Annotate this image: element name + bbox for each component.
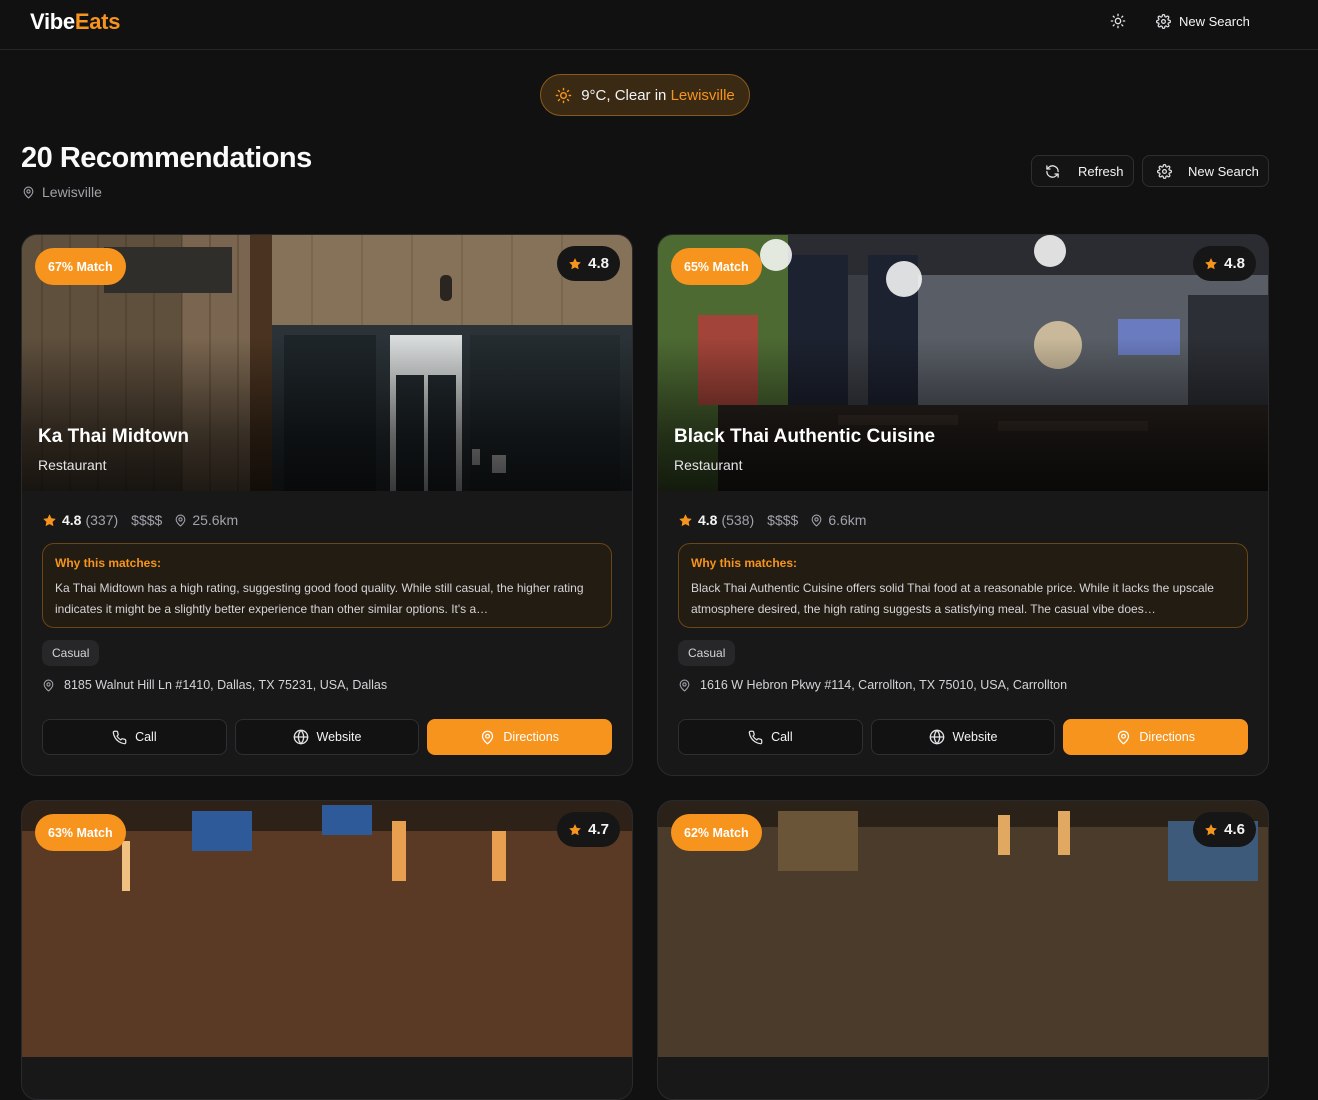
- weather-city: Lewisville: [670, 86, 735, 104]
- address: 8185 Walnut Hill Ln #1410, Dallas, TX 75…: [42, 678, 387, 692]
- restaurant-stats: 4.8 (538) $$$$ 6.6km: [678, 512, 866, 528]
- address: 1616 W Hebron Pkwy #114, Carrollton, TX …: [678, 678, 1067, 692]
- website-label: Website: [952, 730, 998, 744]
- sun-icon: [555, 87, 572, 103]
- why-matches-text: Black Thai Authentic Cuisine offers soli…: [691, 581, 1214, 616]
- star-icon: [1205, 257, 1217, 269]
- address-text: 1616 W Hebron Pkwy #114, Carrollton, TX …: [700, 678, 1068, 692]
- location-text: Lewisville: [42, 184, 102, 200]
- match-badge: 65% Match: [671, 248, 762, 285]
- nav-new-search-label: New Search: [1179, 13, 1250, 29]
- rating-value: 4.8: [62, 512, 82, 528]
- globe-icon: [293, 729, 308, 745]
- why-matches-title: Why this matches:: [55, 556, 162, 570]
- rating-badge: 4.7: [557, 812, 620, 847]
- weather-badge: 9°C, Clear in Lewisville: [540, 74, 750, 116]
- star-icon: [1205, 823, 1217, 835]
- price-level: $$$$: [131, 512, 163, 528]
- rating-value: 4.8: [698, 512, 718, 528]
- match-badge: 67% Match: [35, 248, 126, 285]
- map-pin-icon: [1118, 730, 1130, 744]
- call-label: Call: [771, 730, 793, 744]
- why-matches-box: Why this matches: Black Thai Authentic C…: [678, 543, 1248, 628]
- call-button[interactable]: Call: [678, 719, 863, 755]
- star-icon: [569, 823, 581, 835]
- call-label: Call: [135, 730, 157, 744]
- why-matches-title: Why this matches:: [691, 556, 798, 570]
- restaurant-card: 67% Match 4.8 Ka Thai Midtown Restaurant…: [21, 234, 633, 776]
- card-actions: Call Website Directions: [678, 719, 1249, 755]
- restaurant-name[interactable]: Ka Thai Midtown: [38, 426, 189, 448]
- rating-badge-value: 4.8: [1224, 255, 1245, 272]
- website-button[interactable]: Website: [870, 719, 1056, 755]
- top-navbar: VibeEats New Search: [0, 0, 1318, 50]
- distance-value: 6.6km: [828, 512, 867, 528]
- website-label: Website: [316, 730, 362, 744]
- phone-icon: [748, 730, 763, 744]
- app-logo[interactable]: VibeEats: [30, 9, 120, 35]
- gear-icon: [1157, 163, 1172, 179]
- refresh-label: Refresh: [1078, 163, 1124, 179]
- distance-value: 25.6km: [192, 512, 239, 528]
- review-count: (538): [721, 512, 755, 528]
- theme-toggle-button[interactable]: [1106, 9, 1130, 33]
- match-badge: 63% Match: [35, 814, 126, 851]
- card-actions: Call Website Directions: [42, 719, 613, 755]
- gear-icon: [1156, 13, 1171, 29]
- address-text: 8185 Walnut Hill Ln #1410, Dallas, TX 75…: [64, 678, 388, 692]
- price-level: $$$$: [767, 512, 799, 528]
- directions-button[interactable]: Directions: [427, 719, 613, 755]
- distance: 6.6km: [810, 512, 866, 528]
- star-icon: [43, 513, 56, 526]
- star-icon: [569, 257, 581, 269]
- restaurant-card: 63% Match 4.7: [21, 800, 633, 1100]
- rating-badge: 4.8: [557, 246, 620, 281]
- new-search-label: New Search: [1188, 163, 1259, 179]
- restaurant-card: 65% Match 4.8 Black Thai Authentic Cuisi…: [657, 234, 1269, 776]
- page-title: 20 Recommendations: [21, 142, 312, 174]
- map-pin-icon: [679, 679, 690, 691]
- why-matches-box: Why this matches: Ka Thai Midtown has a …: [42, 543, 612, 628]
- review-count: (337): [85, 512, 119, 528]
- restaurant-type: Restaurant: [674, 457, 743, 473]
- refresh-button[interactable]: Refresh: [1031, 155, 1134, 187]
- directions-label: Directions: [1139, 730, 1195, 744]
- map-pin-icon: [43, 679, 54, 691]
- call-button[interactable]: Call: [42, 719, 227, 755]
- restaurant-card: 62% Match 4.6: [657, 800, 1269, 1100]
- new-search-button[interactable]: New Search: [1142, 155, 1269, 187]
- star-icon: [679, 513, 692, 526]
- vibe-tag: Casual: [678, 640, 736, 666]
- rating-badge-value: 4.6: [1224, 821, 1245, 838]
- logo-text-vibe: Vibe: [30, 9, 75, 34]
- refresh-icon: [1046, 164, 1059, 178]
- nav-new-search-button[interactable]: New Search: [1150, 8, 1256, 34]
- phone-icon: [112, 730, 127, 744]
- rating-badge: 4.6: [1193, 812, 1256, 847]
- location-label: Lewisville: [22, 184, 102, 200]
- rating-badge: 4.8: [1193, 246, 1256, 281]
- directions-button[interactable]: Directions: [1063, 719, 1249, 755]
- why-matches-text: Ka Thai Midtown has a high rating, sugge…: [55, 581, 584, 616]
- restaurant-name[interactable]: Black Thai Authentic Cuisine: [674, 426, 935, 448]
- map-pin-icon: [811, 514, 822, 526]
- directions-label: Directions: [503, 730, 559, 744]
- globe-icon: [929, 729, 944, 745]
- rating-badge-value: 4.8: [588, 255, 609, 272]
- map-pin-icon: [175, 514, 186, 526]
- vibe-tag: Casual: [42, 640, 100, 666]
- restaurant-type: Restaurant: [38, 457, 107, 473]
- weather-text: 9°C, Clear in: [581, 86, 667, 104]
- website-button[interactable]: Website: [234, 719, 420, 755]
- map-pin-icon: [482, 730, 494, 744]
- match-badge: 62% Match: [671, 814, 762, 851]
- map-pin-icon: [23, 186, 34, 198]
- restaurant-stats: 4.8 (337) $$$$ 25.6km: [42, 512, 238, 528]
- rating-badge-value: 4.7: [588, 821, 609, 838]
- distance: 25.6km: [174, 512, 238, 528]
- logo-text-eats: Eats: [74, 9, 121, 34]
- sun-icon: [1110, 13, 1126, 29]
